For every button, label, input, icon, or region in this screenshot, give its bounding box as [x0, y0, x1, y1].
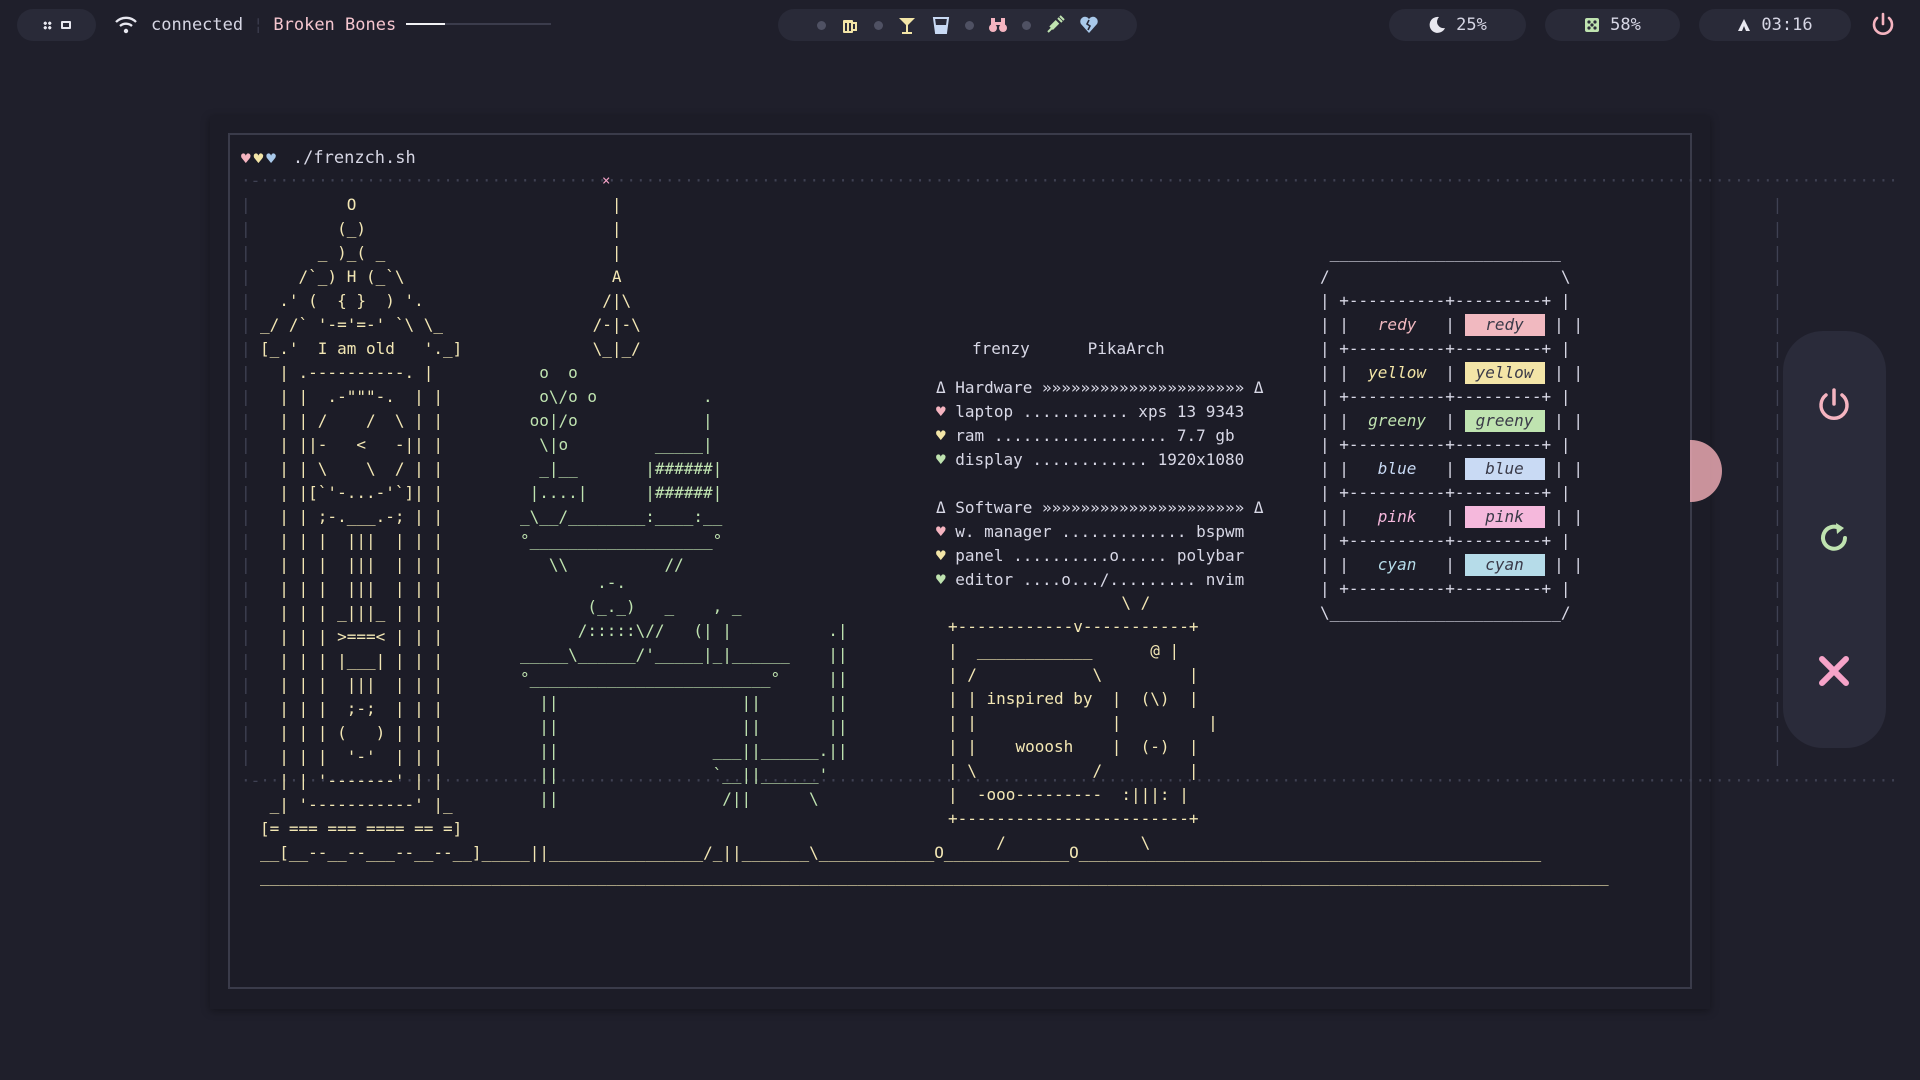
software-item: editor ....o.../......... nvim: [955, 570, 1245, 589]
color-swatch-table: ________________________ / \ | +--------…: [1320, 243, 1584, 622]
heart-icon: ♥: [936, 522, 946, 541]
software-header: Δ Software »»»»»»»»»»»»»»»»»»»»» Δ: [936, 498, 1264, 517]
power-icon[interactable]: [1814, 385, 1854, 425]
pink-heart-icon: ♥: [241, 148, 251, 168]
heart-icon: ♥: [936, 402, 946, 421]
separator-dot: [1021, 20, 1031, 30]
swatch-box: redy: [1464, 314, 1545, 336]
tower-label: I am old: [317, 339, 395, 358]
clock-tower-art: O (_) _ )_( _ /`_) H (_`\ .' ( { } ) '. …: [260, 195, 463, 838]
tv-art: \ / +------------v-----------+ | _______…: [948, 593, 1218, 852]
hardware-header: Δ Hardware »»»»»»»»»»»»»»»»»»»»» Δ: [936, 378, 1264, 397]
swatch-box: blue: [1464, 458, 1545, 480]
shelf-art: o o o\/o o . oo|/o | \|o _____| _|__ |##…: [520, 363, 723, 574]
terminal-window[interactable]: ♥ ♥ ♥ ./frenzch.sh ·-···················…: [210, 116, 1898, 1009]
network-status: connected: [151, 15, 244, 35]
workspace-window-icon[interactable]: [60, 21, 71, 29]
ground-art: __[__--__--___--__--__]_____||__________…: [260, 843, 1609, 886]
power-menu: [1783, 331, 1886, 748]
wifi-icon: [115, 16, 137, 34]
moon-icon: [1429, 16, 1446, 33]
cpu-module[interactable]: 58%: [1545, 9, 1680, 41]
beer-icon[interactable]: [840, 15, 860, 35]
swatch-name: greeny: [1368, 411, 1426, 430]
song-progress-fill: [406, 23, 446, 25]
software-item: w. manager ............. bspwm: [955, 522, 1245, 541]
workspace-indicator[interactable]: [17, 9, 96, 41]
swatch-name: blue: [1377, 459, 1417, 478]
hardware-item: display ............ 1920x1080: [955, 450, 1245, 469]
clock-module[interactable]: 03:16: [1699, 9, 1851, 41]
hardware-item: ram .................. 7.7 gb: [955, 426, 1235, 445]
cpu-icon: [1585, 18, 1600, 32]
lamp-hook-icon: ×: [602, 173, 611, 189]
separator-dot: [816, 20, 826, 30]
swatch-box: cyan: [1464, 554, 1545, 576]
cocktail-icon[interactable]: [897, 15, 917, 35]
heart-icon: ♥: [936, 426, 946, 445]
close-icon[interactable]: [1814, 651, 1854, 691]
app-launcher-pill: [778, 9, 1137, 41]
cpu-value: 58%: [1610, 15, 1641, 35]
hostname: PikaArch: [1087, 339, 1165, 358]
swatch-name: pink: [1377, 507, 1417, 526]
swatch-name: yellow: [1368, 363, 1426, 382]
swatch-name: redy: [1377, 315, 1417, 334]
hardware-item: laptop ........... xps 13 9343: [955, 402, 1245, 421]
workspace-grid-icon[interactable]: [42, 20, 52, 30]
user-host-line: frenzy PikaArch: [972, 337, 1165, 361]
binoculars-icon[interactable]: [988, 15, 1008, 35]
terminal-frame: ♥ ♥ ♥ ./frenzch.sh ·-···················…: [228, 133, 1898, 989]
yellow-heart-icon: ♥: [253, 148, 264, 168]
username: frenzy: [972, 339, 1030, 358]
swatch-box: greeny: [1464, 410, 1545, 432]
separator-dot: [873, 20, 883, 30]
swatch-box: yellow: [1464, 362, 1545, 384]
blue-heart-icon: ♥: [266, 148, 276, 168]
terminal-title: ♥ ♥ ♥ ./frenzch.sh: [241, 148, 416, 168]
specs-block: Δ Hardware »»»»»»»»»»»»»»»»»»»»» Δ ♥ lap…: [936, 376, 1264, 592]
restart-icon[interactable]: [1814, 518, 1854, 558]
swatch-box: pink: [1464, 506, 1545, 528]
tv-text: wooosh: [1015, 737, 1074, 756]
time-value: 03:16: [1761, 15, 1813, 35]
brightness-value: 25%: [1456, 15, 1487, 35]
heart-icon: ♥: [936, 546, 946, 565]
heart-broken-icon[interactable]: [1079, 15, 1099, 35]
network-and-music: connected ¦ Broken Bones: [115, 9, 552, 41]
heart-icon: ♥: [936, 450, 946, 469]
swatch-name: cyan: [1377, 555, 1417, 574]
clock-icon: [1738, 19, 1751, 31]
song-title[interactable]: Broken Bones: [273, 15, 396, 35]
table-art: .-. (_._) _ , _ /:::::\// (| | .| _____\…: [520, 573, 848, 808]
power-icon[interactable]: [1869, 11, 1897, 39]
syringe-icon[interactable]: [1045, 15, 1065, 35]
terminal-command: ./frenzch.sh: [292, 148, 416, 168]
heart-icon: ♥: [936, 570, 946, 589]
separator: ¦: [253, 15, 264, 35]
software-item: panel ..........o..... polybar: [955, 546, 1245, 565]
tv-text: inspired by: [986, 689, 1093, 708]
lamp-art: | | | A /|\ /-|-\ \_|_/: [592, 195, 641, 358]
separator-dot: [964, 20, 974, 30]
glass-icon[interactable]: [931, 15, 951, 35]
song-progress-bar[interactable]: [406, 23, 552, 25]
brightness-module[interactable]: 25%: [1389, 9, 1526, 41]
